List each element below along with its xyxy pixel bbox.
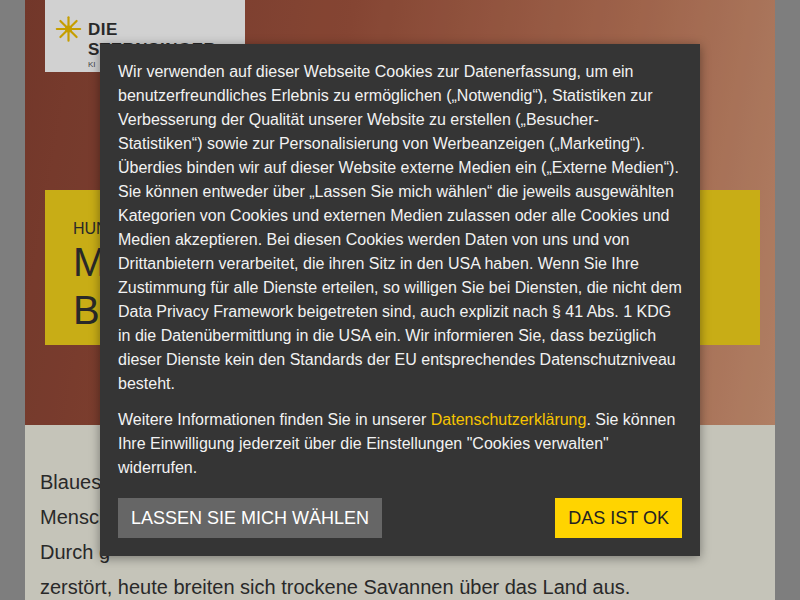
privacy-link[interactable]: Datenschutzerklärung (431, 411, 587, 428)
cookie-dialog: Wir verwenden auf dieser Webseite Cookie… (100, 44, 700, 556)
screen: DIE STERNSINGERKIHUNMBBlauesMenschDurch … (0, 0, 800, 600)
consent-text: Wir verwenden auf dieser Webseite Cookie… (118, 60, 682, 396)
info-text: Weitere Informationen finden Sie in unse… (118, 408, 682, 480)
choose-button[interactable]: LASSEN SIE MICH WÄHLEN (118, 498, 382, 538)
button-row: LASSEN SIE MICH WÄHLEN DAS IST OK (118, 498, 682, 538)
accept-button[interactable]: DAS IST OK (555, 498, 682, 538)
